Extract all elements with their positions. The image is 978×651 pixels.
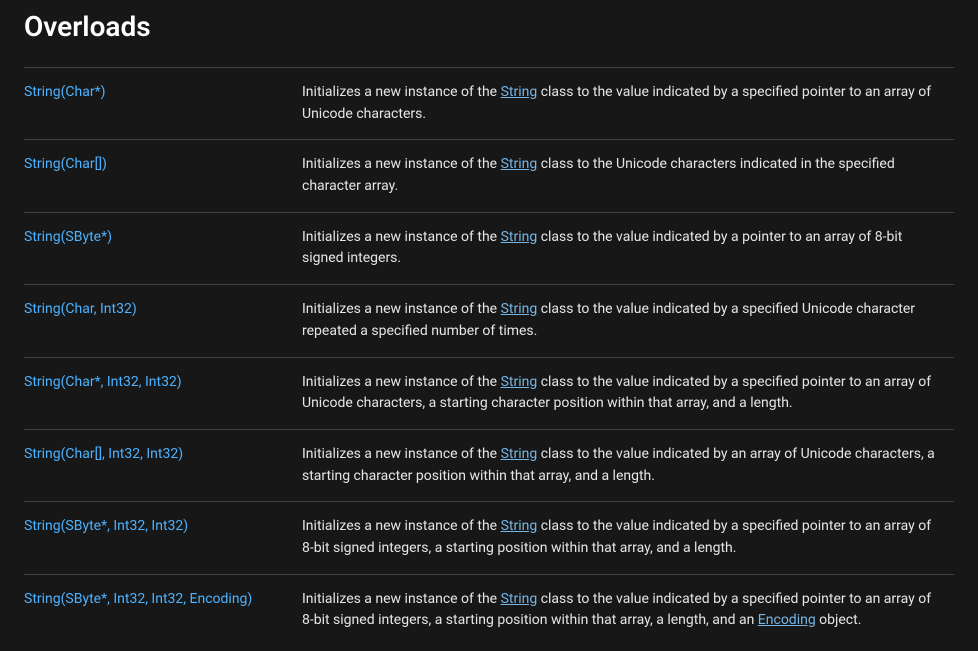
string-type-link[interactable]: String [501,518,538,534]
overload-signature-cell: String(Char*) [24,68,302,140]
overload-signature-cell: String(Char[], Int32, Int32) [24,429,302,501]
table-row: String(Char[]) Initializes a new instance… [24,140,954,212]
table-row: String(Char, Int32) Initializes a new ins… [24,285,954,357]
overload-description-cell: Initializes a new instance of the String… [302,140,954,212]
description-prefix: Initializes a new instance of the [302,301,501,317]
string-type-link[interactable]: String [501,156,538,172]
description-text-after: object. [816,612,862,628]
string-type-link[interactable]: String [501,374,538,390]
overload-signature-link[interactable]: String(Char*, Int32, Int32) [24,374,182,390]
table-row: String(Char*) Initializes a new instance … [24,68,954,140]
string-type-link[interactable]: String [501,591,538,607]
overload-description-cell: Initializes a new instance of the String… [302,68,954,140]
description-prefix: Initializes a new instance of the [302,374,501,390]
overload-description-cell: Initializes a new instance of the String… [302,429,954,501]
overload-signature-link[interactable]: String(Char*) [24,84,106,100]
description-prefix: Initializes a new instance of the [302,591,501,607]
table-row: String(SByte*, Int32, Int32) Initializes … [24,502,954,574]
encoding-type-link[interactable]: Encoding [758,612,816,628]
description-prefix: Initializes a new instance of the [302,84,501,100]
overload-description-cell: Initializes a new instance of the String… [302,212,954,284]
overload-signature-link[interactable]: String(Char[]) [24,156,107,172]
overload-description-cell: Initializes a new instance of the String… [302,285,954,357]
overload-signature-link[interactable]: String(Char, Int32) [24,301,137,317]
string-type-link[interactable]: String [501,301,538,317]
string-type-link[interactable]: String [501,84,538,100]
overload-description-cell: Initializes a new instance of the String… [302,357,954,429]
string-type-link[interactable]: String [501,229,538,245]
description-prefix: Initializes a new instance of the [302,156,501,172]
description-prefix: Initializes a new instance of the [302,446,501,462]
overload-description-cell: Initializes a new instance of the String… [302,574,954,646]
overload-description-cell: Initializes a new instance of the String… [302,502,954,574]
overload-signature-cell: String(SByte*, Int32, Int32) [24,502,302,574]
description-prefix: Initializes a new instance of the [302,229,501,245]
overload-signature-link[interactable]: String(SByte*, Int32, Int32, Encoding) [24,591,252,607]
overload-signature-cell: String(Char*, Int32, Int32) [24,357,302,429]
table-row: String(Char[], Int32, Int32) Initializes … [24,429,954,501]
description-prefix: Initializes a new instance of the [302,518,501,534]
table-row: String(Char*, Int32, Int32) Initializes a… [24,357,954,429]
table-row: String(SByte*, Int32, Int32, Encoding) In… [24,574,954,646]
section-heading: Overloads [24,6,954,43]
string-type-link[interactable]: String [501,446,538,462]
overload-signature-link[interactable]: String(SByte*, Int32, Int32) [24,518,188,534]
overload-signature-link[interactable]: String(Char[], Int32, Int32) [24,446,183,462]
overload-signature-cell: String(SByte*, Int32, Int32, Encoding) [24,574,302,646]
overloads-table: String(Char*) Initializes a new instance … [24,67,954,646]
overload-signature-link[interactable]: String(SByte*) [24,229,112,245]
overload-signature-cell: String(SByte*) [24,212,302,284]
overload-signature-cell: String(Char[]) [24,140,302,212]
table-row: String(SByte*) Initializes a new instance… [24,212,954,284]
overload-signature-cell: String(Char, Int32) [24,285,302,357]
